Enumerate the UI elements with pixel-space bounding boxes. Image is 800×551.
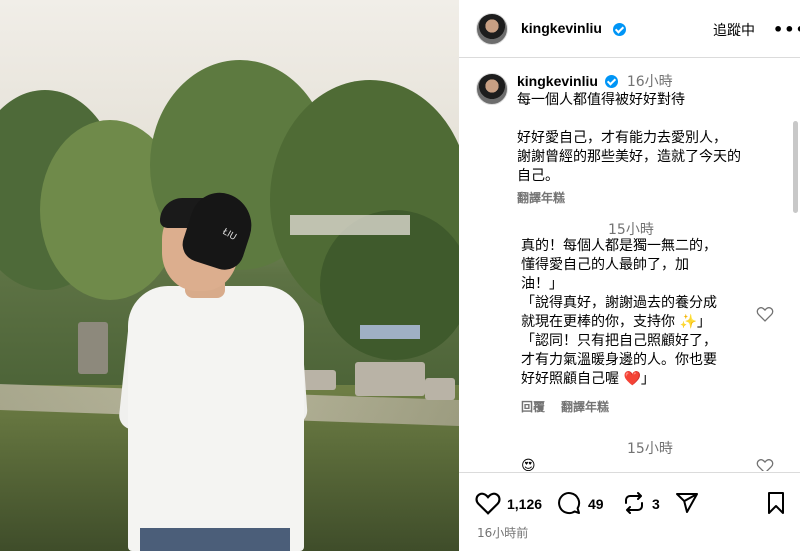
caption-line: 好好愛自己，才有能力去愛別人， [517, 130, 727, 146]
like-comment-heart-icon[interactable] [756, 458, 774, 471]
comment-line: 才有力氣溫暖身邊的人。你也要 [521, 352, 717, 368]
verified-badge-icon [605, 75, 619, 88]
repost-count[interactable]: 3 [652, 496, 660, 512]
comment-body: 真的！每個人都是獨一無二的， 懂得愛自己的人最帥了，加 油！」 「說得真好，謝謝… [521, 237, 781, 389]
action-bar: 1,126 49 3 16小時前 [459, 472, 800, 551]
comment-time[interactable]: 15小時 [627, 438, 673, 458]
post-caption: kingkevinliu 16小時 每一個人都值得被好好對待 好好愛自己，才有能… [517, 72, 787, 208]
translate-comment-button[interactable]: 翻譯年糕 [561, 398, 609, 415]
scrollbar[interactable] [793, 121, 798, 213]
comments-scroll-area[interactable]: kingkevinliu 16小時 每一個人都值得被好好對待 好好愛自己，才有能… [459, 59, 800, 471]
caption-username[interactable]: kingkevinliu [517, 73, 598, 89]
caption-line: 謝謝曾經的那些美好，造就了今天的 [517, 149, 741, 165]
photo-stone [78, 322, 108, 374]
like-heart-icon[interactable] [475, 491, 501, 515]
share-icon[interactable] [675, 491, 699, 515]
comment-line: 「認同！只有把自己照顧好了， [521, 333, 717, 349]
translate-button[interactable]: 翻譯年糕 [517, 189, 787, 208]
comment-line: 就現在更棒的你，支持你 ✨」 [521, 314, 711, 330]
comment-body: 😍 [521, 458, 536, 471]
comment-line: 懂得愛自己的人最帥了，加 [521, 257, 689, 273]
post-side-panel: kingkevinliu 追蹤中 ••• kingkevinliu 16小時 每… [459, 0, 800, 551]
comment-line: 真的！每個人都是獨一無二的， [521, 238, 717, 254]
save-bookmark-icon[interactable] [766, 491, 786, 515]
author-username[interactable]: kingkevinliu [521, 20, 602, 36]
following-button[interactable]: 追蹤中 [713, 20, 755, 40]
post-header: kingkevinliu 追蹤中 ••• [459, 0, 800, 58]
photo-train [360, 325, 420, 339]
more-options-icon[interactable]: ••• [773, 20, 800, 39]
repost-icon[interactable] [622, 491, 646, 515]
photo-stone [425, 378, 455, 400]
photo-stone [355, 362, 425, 396]
caption-line: 每一個人都值得被好好對待 [517, 92, 685, 108]
like-count[interactable]: 1,126 [507, 496, 542, 512]
comment-time[interactable]: 15小時 [608, 219, 654, 239]
comment-icon[interactable] [556, 491, 582, 515]
comment-count[interactable]: 49 [588, 496, 604, 512]
comment-line: 好好照顧自己喔 ❤️」 [521, 371, 655, 387]
caption-time[interactable]: 16小時 [627, 74, 673, 90]
reply-button[interactable]: 回覆 [521, 398, 545, 415]
caption-avatar[interactable] [476, 73, 508, 105]
caption-line: 自己。 [517, 168, 559, 184]
post-photo[interactable]: ŁIU [0, 0, 459, 551]
comment-line: 油！」 [521, 276, 563, 292]
comment-line: 「說得真好，謝謝過去的養分成 [521, 295, 717, 311]
post-date: 16小時前 [477, 526, 529, 540]
person-jeans [140, 528, 290, 551]
verified-badge-icon [613, 23, 626, 36]
photo-building [290, 215, 410, 235]
author-avatar[interactable] [476, 13, 508, 45]
like-comment-heart-icon[interactable] [756, 306, 774, 322]
person-shirt [128, 286, 304, 551]
